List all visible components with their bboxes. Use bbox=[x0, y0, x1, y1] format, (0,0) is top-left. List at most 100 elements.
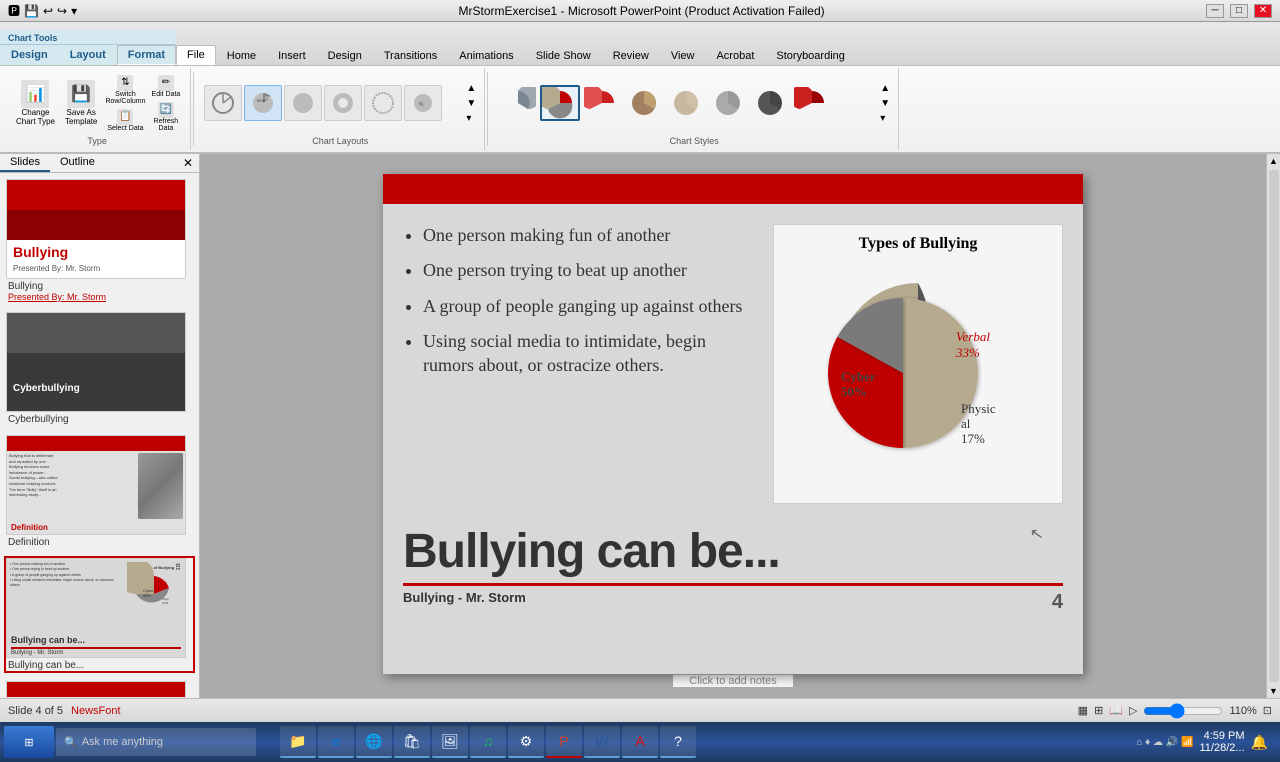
edit-data-button[interactable]: ✏ Edit Data bbox=[150, 74, 183, 99]
quick-redo[interactable]: ↪ bbox=[57, 4, 67, 18]
panel-close-button[interactable]: ✕ bbox=[177, 154, 199, 172]
windows-icon: ⊞ bbox=[24, 736, 33, 749]
slide-thumb-5[interactable]: • Excited by dear bullying behavior • En… bbox=[4, 679, 195, 698]
physical-percent: 17% bbox=[961, 431, 985, 446]
scroll-up-btn[interactable]: ▲ bbox=[1267, 154, 1280, 168]
slide-page-number: 4 bbox=[1052, 591, 1063, 614]
slide-2-label: Cyberbullying bbox=[6, 414, 193, 425]
view-reading-btn[interactable]: 📖 bbox=[1109, 704, 1123, 717]
tab-design[interactable]: Design bbox=[0, 45, 59, 65]
chart-tools-header: Chart Tools bbox=[0, 32, 176, 45]
view-slideshow-btn[interactable]: ▷ bbox=[1129, 704, 1137, 717]
chart-style-5[interactable] bbox=[666, 85, 706, 121]
fit-slide-btn[interactable]: ⊡ bbox=[1263, 704, 1272, 717]
slide-canvas[interactable]: One person making fun of another One per… bbox=[383, 174, 1083, 674]
taskbar-acrobat[interactable]: A bbox=[622, 726, 658, 758]
styles-more[interactable]: ▾ bbox=[880, 113, 890, 124]
save-as-template-button[interactable]: 💾 Save AsTemplate bbox=[61, 78, 101, 128]
taskbar-edge[interactable]: e bbox=[318, 726, 354, 758]
styles-scroll-up[interactable]: ▲ bbox=[880, 83, 890, 94]
scroll-thumb[interactable] bbox=[1269, 170, 1279, 682]
tab-acrobat[interactable]: Acrobat bbox=[705, 46, 765, 65]
tab-layout[interactable]: Layout bbox=[59, 45, 117, 65]
change-chart-type-button[interactable]: 📊 ChangeChart Type bbox=[12, 78, 59, 128]
quick-dropdown[interactable]: ▾ bbox=[71, 4, 77, 18]
tab-animations[interactable]: Animations bbox=[448, 46, 524, 65]
chart-layout-6[interactable]: % bbox=[404, 85, 442, 121]
taskbar-photos[interactable]: 🖼 bbox=[432, 726, 468, 758]
chart-box[interactable]: Types of Bullying bbox=[773, 224, 1063, 504]
scroll-down-btn[interactable]: ▼ bbox=[1267, 684, 1280, 698]
chart-style-2[interactable] bbox=[540, 85, 580, 121]
slide-thumb-3[interactable]: Bullying that is deliberateand repeated … bbox=[4, 433, 195, 550]
layouts-more[interactable]: ▾ bbox=[466, 113, 476, 124]
close-button[interactable]: ✕ bbox=[1254, 4, 1272, 18]
taskbar-unknown[interactable]: ? bbox=[660, 726, 696, 758]
chart-style-4[interactable] bbox=[624, 85, 664, 121]
chart-style-7[interactable] bbox=[750, 85, 790, 121]
maximize-button[interactable]: □ bbox=[1230, 4, 1248, 18]
taskbar-file-explorer[interactable]: 📁 bbox=[280, 726, 316, 758]
bullet-3: A group of people ganging up against oth… bbox=[423, 295, 753, 318]
bullet-4: Using social media to intimidate, begin … bbox=[423, 330, 753, 377]
taskbar-settings[interactable]: ⚙ bbox=[508, 726, 544, 758]
tab-home[interactable]: Home bbox=[216, 46, 267, 65]
slide-4-content: • One person making fun of another • One… bbox=[6, 558, 186, 658]
chart-layout-5[interactable] bbox=[364, 85, 402, 121]
notes-area[interactable]: Click to add notes bbox=[673, 674, 792, 687]
tab-storyboarding[interactable]: Storyboarding bbox=[765, 46, 856, 65]
view-slide-sorter-btn[interactable]: ⊞ bbox=[1094, 704, 1103, 717]
tab-slides[interactable]: Slides bbox=[0, 154, 50, 172]
slide-5-header bbox=[7, 682, 185, 697]
switch-row-col-button[interactable]: ⇅ SwitchRow/Column bbox=[103, 74, 147, 106]
verbal-percent: 33% bbox=[955, 345, 980, 360]
search-bar[interactable]: 🔍 Ask me anything bbox=[56, 728, 256, 756]
zoom-slider[interactable] bbox=[1143, 703, 1223, 719]
tab-transitions[interactable]: Transitions bbox=[373, 46, 448, 65]
select-data-button[interactable]: 📋 Select Data bbox=[103, 108, 147, 133]
slide-header-bar bbox=[383, 174, 1083, 204]
quick-undo[interactable]: ↩ bbox=[43, 4, 53, 18]
theme-name[interactable]: NewsFont bbox=[71, 705, 121, 717]
tab-review[interactable]: Review bbox=[602, 46, 660, 65]
chart-layout-3[interactable] bbox=[284, 85, 322, 121]
file-explorer-icon: 📁 bbox=[288, 731, 308, 751]
action-center[interactable]: 🔔 bbox=[1251, 734, 1268, 751]
tab-format[interactable]: Format bbox=[117, 45, 176, 65]
tab-insert[interactable]: Insert bbox=[267, 46, 317, 65]
slide-divider bbox=[403, 583, 1063, 586]
chart-style-1[interactable] bbox=[498, 85, 538, 121]
taskbar-chrome[interactable]: 🌐 bbox=[356, 726, 392, 758]
refresh-data-button[interactable]: 🔄 RefreshData bbox=[150, 101, 183, 133]
chart-layout-4[interactable] bbox=[324, 85, 362, 121]
start-button[interactable]: ⊞ bbox=[4, 726, 54, 758]
taskbar-store[interactable]: 🛍 bbox=[394, 726, 430, 758]
tab-view[interactable]: View bbox=[660, 46, 706, 65]
slide-thumb-4[interactable]: • One person making fun of another • One… bbox=[4, 556, 195, 673]
tab-file[interactable]: File bbox=[176, 45, 216, 65]
chart-layout-2[interactable]: 50%33% bbox=[244, 85, 282, 121]
slide-4-footer: Bullying - Mr. Storm bbox=[7, 649, 185, 657]
chart-style-3[interactable] bbox=[582, 85, 622, 121]
tab-slideshow[interactable]: Slide Show bbox=[525, 46, 602, 65]
physical-label1: Physic bbox=[961, 401, 996, 416]
tab-design2[interactable]: Design bbox=[317, 46, 373, 65]
chart-styles-group: ▲ ▼ ▾ Chart Styles bbox=[490, 68, 899, 150]
quick-save[interactable]: 💾 bbox=[24, 4, 39, 18]
taskbar-word[interactable]: W bbox=[584, 726, 620, 758]
slide-thumb-2[interactable]: Cyberbullying 2 Cyberbullying bbox=[4, 310, 195, 427]
chart-layout-1[interactable] bbox=[204, 85, 242, 121]
chart-style-6[interactable] bbox=[708, 85, 748, 121]
styles-scroll-down[interactable]: ▼ bbox=[880, 98, 890, 109]
layouts-scroll-up[interactable]: ▲ bbox=[466, 83, 476, 94]
view-normal-btn[interactable]: ▦ bbox=[1078, 704, 1088, 717]
taskbar-spotify[interactable]: ♫ bbox=[470, 726, 506, 758]
tab-outline[interactable]: Outline bbox=[50, 154, 105, 172]
layouts-scroll-down[interactable]: ▼ bbox=[466, 98, 476, 109]
chart-style-8[interactable] bbox=[792, 85, 832, 121]
minimize-button[interactable]: ─ bbox=[1206, 4, 1224, 18]
slide-thumb-1[interactable]: Bullying Presented By: Mr. Storm 1 Bully… bbox=[4, 177, 195, 304]
taskbar-powerpoint[interactable]: P bbox=[546, 726, 582, 758]
right-scrollbar[interactable]: ▲ ▼ bbox=[1266, 154, 1280, 698]
word-icon: W bbox=[592, 731, 612, 751]
